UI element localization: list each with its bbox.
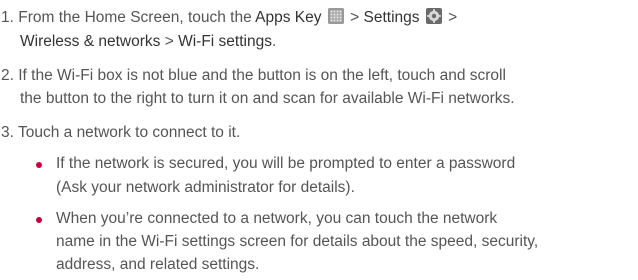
bullet-2-line-2: name in the Wi-Fi settings screen for de… <box>56 232 538 252</box>
bullet-2-text-3: address, and related settings. <box>56 256 260 273</box>
wifi-settings-label: Wi-Fi settings <box>178 33 272 50</box>
settings-gear-icon <box>425 8 442 24</box>
step-2-line-1: 2. If the Wi-Fi box is not blue and the … <box>1 66 506 86</box>
step-2-text-1: If the Wi-Fi box is not blue and the but… <box>18 67 506 84</box>
bullet-2-line-1: When you’re connected to a network, you … <box>56 209 497 229</box>
wireless-networks-label: Wireless & networks <box>20 33 161 50</box>
bullet-dot <box>36 217 42 223</box>
step-1-text: From the Home Screen, touch the <box>18 9 256 26</box>
bullet-2-text-2: name in the Wi-Fi settings screen for de… <box>56 233 539 250</box>
bullet-1-line-2: (Ask your network administrator for deta… <box>56 178 355 198</box>
step-2-number: 2. <box>1 67 14 84</box>
bullet-dot <box>36 162 42 168</box>
step-3-number: 3. <box>1 124 14 141</box>
step-2-line-2: the button to the right to turn it on an… <box>20 89 515 109</box>
step-1-sep-3: > <box>160 33 179 50</box>
bullet-1-text-2: (Ask your network administrator for deta… <box>56 179 355 196</box>
step-3-line-1: 3. Touch a network to connect to it. <box>1 123 240 143</box>
step-1-line-1: 1. From the Home Screen, touch the Apps … <box>1 8 457 28</box>
step-1-number: 1. <box>1 9 14 26</box>
apps-grid-icon <box>327 8 344 24</box>
step-3-text: Touch a network to connect to it. <box>17 124 241 141</box>
settings-label: Settings <box>363 9 420 26</box>
bullet-2-line-3: address, and related settings. <box>56 255 259 275</box>
bullet-1-text-1: If the network is secured, you will be p… <box>56 155 516 172</box>
bullet-1-line-1: If the network is secured, you will be p… <box>56 154 515 174</box>
bullet-2-text-1: When you’re connected to a network, you … <box>56 210 498 227</box>
step-1-line-2: Wireless & networks > Wi-Fi settings. <box>20 32 276 52</box>
step-1-sep-2: > <box>443 9 458 26</box>
step-1-sep-1: > <box>345 9 364 26</box>
step-1-end: . <box>271 33 277 50</box>
step-2-text-2: the button to the right to turn it on an… <box>20 90 515 107</box>
apps-key-label: Apps Key <box>255 9 322 26</box>
